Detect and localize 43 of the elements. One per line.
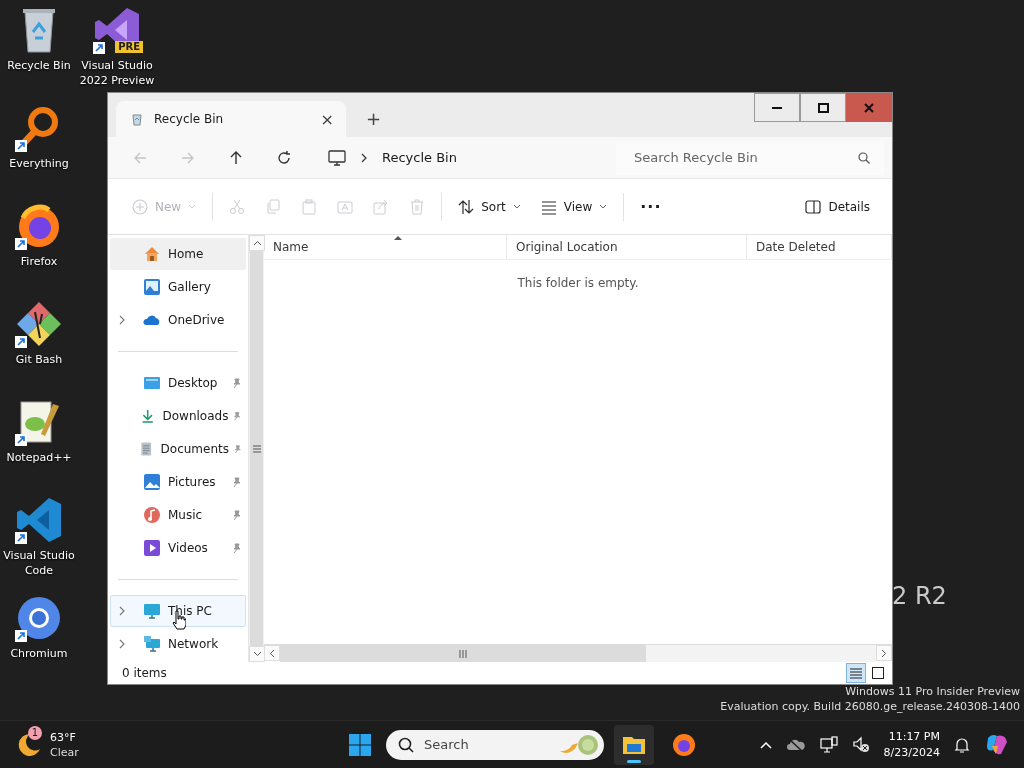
desktop-shortcut[interactable]: Notepad++ xyxy=(0,398,78,465)
sidebar-item[interactable]: Desktop xyxy=(110,367,246,399)
temperature: 63°F xyxy=(50,729,77,745)
column-header[interactable]: Name xyxy=(264,235,507,259)
watermark-text: Evaluation copy. Build 26080.ge_release.240308-1400 xyxy=(720,699,1020,714)
sort-button[interactable]: Sort xyxy=(448,190,531,223)
desktop-shortcut[interactable]: Visual Studio Code xyxy=(0,496,78,578)
clock[interactable]: 11:17 PM 8/23/2024 xyxy=(883,728,940,761)
column-header[interactable]: Original Location xyxy=(507,235,747,259)
sidebar-item[interactable]: Pictures xyxy=(110,466,246,498)
taskbar-search-field[interactable]: Search xyxy=(386,729,604,760)
sidebar-item[interactable]: OneDrive xyxy=(110,304,246,336)
badge: PRE xyxy=(115,41,143,53)
search-input[interactable]: Search Recycle Bin xyxy=(632,149,858,166)
details-button[interactable]: Details xyxy=(795,190,880,223)
tab[interactable]: Recycle Bin × xyxy=(116,101,346,137)
sidebar-item[interactable]: Home xyxy=(110,238,246,270)
weather-condition: Clear xyxy=(50,744,79,760)
desktop-shortcut[interactable]: Chromium xyxy=(0,594,78,661)
view-button[interactable]: View xyxy=(530,190,618,223)
sidebar-item[interactable]: Network xyxy=(110,628,246,660)
search-input[interactable]: Search xyxy=(422,736,550,753)
tab-title: Recycle Bin xyxy=(154,112,225,126)
close-tab-button[interactable]: × xyxy=(316,109,338,129)
desktop-shortcut[interactable]: PRE Visual Studio 2022 Preview xyxy=(78,6,156,88)
sidebar-item[interactable]: Music xyxy=(110,499,246,531)
column-header[interactable]: Date Deleted xyxy=(747,235,892,259)
notification-badge: 1 xyxy=(28,725,42,740)
sidebar-item[interactable]: Downloads xyxy=(110,400,246,432)
breadcrumb-item[interactable]: Recycle Bin xyxy=(382,150,457,165)
empty-message: This folder is empty. xyxy=(517,276,639,292)
desktop-shortcut[interactable]: Everything xyxy=(0,104,78,171)
watermark-text: Windows 11 Pro Insider Preview xyxy=(844,684,1020,699)
more-options-button[interactable]: ··· xyxy=(630,190,672,223)
desktop-shortcut[interactable]: Firefox xyxy=(0,202,78,269)
desktop-shortcut[interactable]: Recycle Bin xyxy=(0,6,78,73)
desktop-shortcut[interactable]: Git Bash xyxy=(0,300,78,367)
wallpaper-text: 2 R2 xyxy=(892,582,947,610)
sidebar-item[interactable]: Videos xyxy=(110,532,246,564)
item-count: 0 items xyxy=(122,666,167,680)
new-tab-button[interactable]: + xyxy=(360,108,388,129)
sidebar-item[interactable]: Documents xyxy=(110,433,246,465)
sidebar-item[interactable]: Gallery xyxy=(110,271,246,303)
